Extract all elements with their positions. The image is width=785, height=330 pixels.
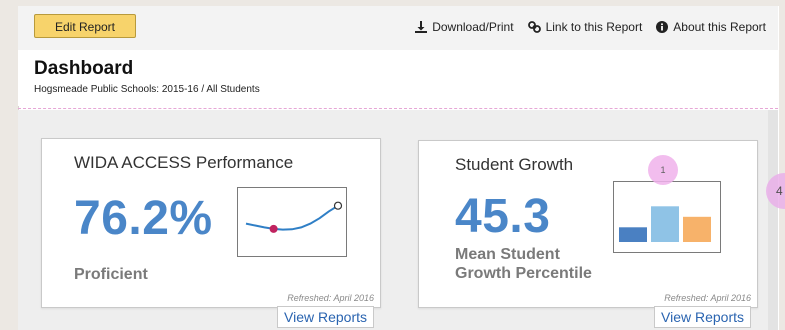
- proficient-label: Proficient: [74, 266, 148, 283]
- info-icon: [656, 21, 669, 33]
- view-reports-link-wida[interactable]: View Reports: [277, 306, 375, 328]
- card-title: WIDA ACCESS Performance: [74, 153, 294, 172]
- student-growth-card[interactable]: Student Growth 45.3 Mean Student Growth …: [418, 140, 758, 308]
- toolbar-links: Download/Print Link to this Report About…: [415, 20, 766, 34]
- selection-divider: [18, 108, 778, 109]
- about-report-link[interactable]: About this Report: [656, 20, 766, 34]
- growth-label: Mean Student Growth Percentile: [455, 245, 592, 283]
- proficient-value: 76.2%: [74, 192, 213, 245]
- growth-bar-chart: [613, 181, 721, 253]
- growth-value: 45.3: [455, 190, 551, 243]
- breadcrumb: Hogsmeade Public Schools: 2015-16 / All …: [34, 84, 260, 95]
- refreshed-date: Refreshed: April 2016: [664, 293, 751, 303]
- about-report-label: About this Report: [673, 20, 766, 34]
- download-icon: [415, 21, 428, 33]
- growth-bars: [619, 206, 711, 242]
- report-toolbar: Edit Report Download/Print Link to this …: [18, 6, 778, 50]
- refreshed-date: Refreshed: April 2016: [287, 293, 374, 303]
- card-title: Student Growth: [455, 155, 574, 174]
- download-print-label: Download/Print: [432, 20, 514, 34]
- edit-report-button[interactable]: Edit Report: [34, 14, 136, 38]
- wida-access-card[interactable]: WIDA ACCESS Performance 76.2% Proficient…: [41, 138, 381, 308]
- annotation-badge-1[interactable]: 1: [648, 155, 678, 185]
- link-icon: [527, 21, 541, 33]
- page-title: Dashboard: [34, 58, 134, 79]
- link-to-report-link[interactable]: Link to this Report: [527, 20, 643, 34]
- download-print-link[interactable]: Download/Print: [415, 20, 514, 34]
- scrollbar-gutter[interactable]: [768, 110, 778, 330]
- growth-label-line1: Mean Student: [455, 246, 560, 263]
- growth-bar-2: [651, 206, 679, 242]
- trend-sparkline: [245, 201, 343, 233]
- trend-end-point: [333, 201, 343, 210]
- growth-bar-1: [619, 227, 647, 242]
- report-header: Dashboard Hogsmeade Public Schools: 2015…: [18, 50, 778, 106]
- trend-highlight-point: [269, 224, 278, 233]
- trend-line: [245, 204, 339, 231]
- link-to-report-label: Link to this Report: [545, 20, 643, 34]
- performance-trend-chart: [237, 187, 347, 257]
- growth-label-line2: Growth Percentile: [455, 265, 592, 282]
- growth-bar-3: [683, 216, 711, 242]
- view-reports-link-growth[interactable]: View Reports: [654, 306, 752, 328]
